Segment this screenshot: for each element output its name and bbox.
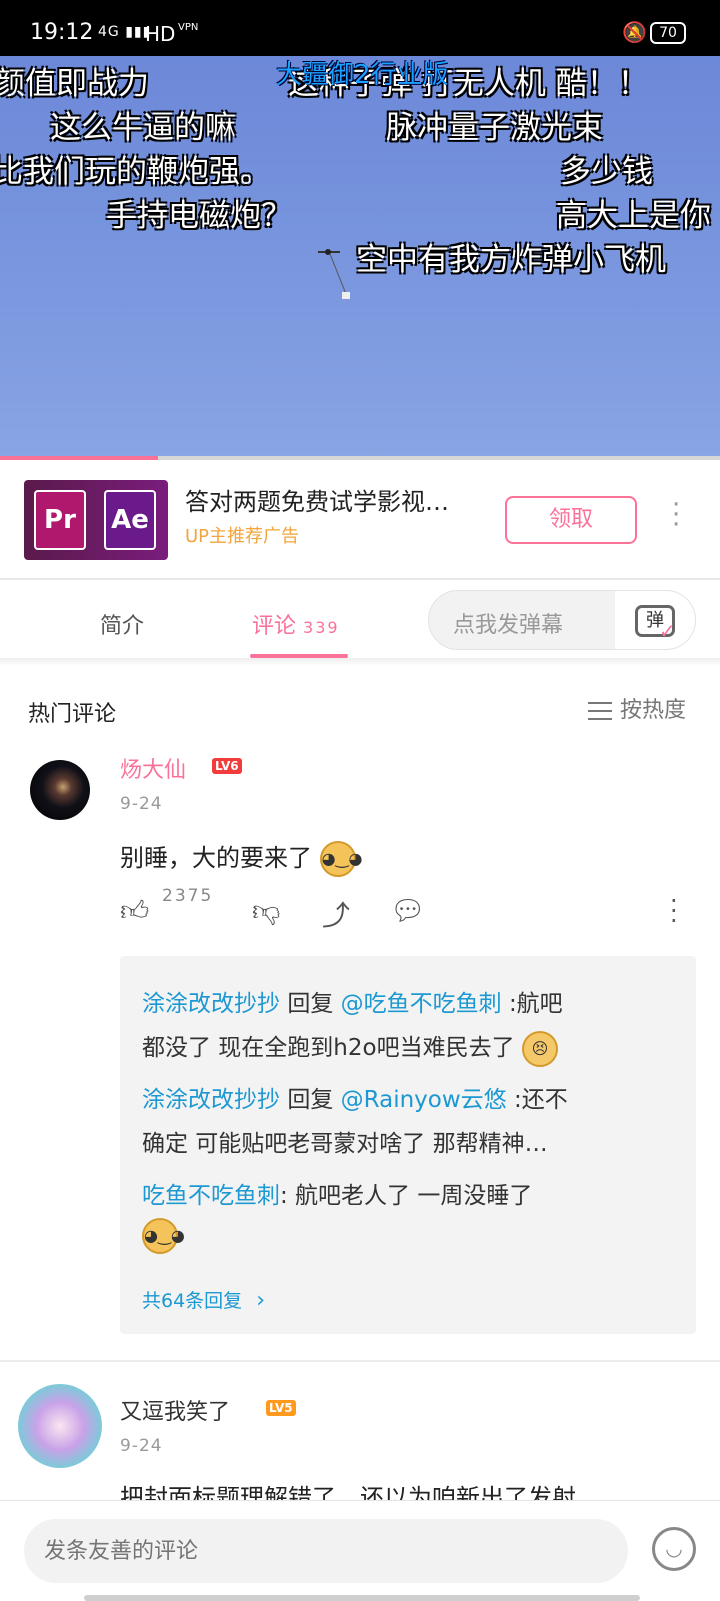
video-player[interactable]: 颜值即战力 这种子弹 打无人机 酷！！ 大疆御2行业版 这么牛逼的嘛 脉冲量子激… [0,56,720,460]
chevron-right-icon: › [256,1288,266,1313]
tab-comments[interactable]: 评论 339 [252,608,340,640]
reply-username[interactable]: 涂涂改改抄抄 [142,1087,280,1113]
reply-text: 都没了 现在全跑到h2o吧当难民去了 [142,1035,515,1061]
reply-emoji-line: ◕‿◕ [142,1218,185,1254]
reply-item[interactable]: 涂涂改改抄抄 回复 @Rainyow云悠 :还不 [142,1080,568,1114]
comment-divider [0,1360,720,1362]
comment-username[interactable]: 又逗我笑了 [120,1394,230,1426]
danmaku-item: 比我们玩的鞭炮强。 [0,154,271,190]
reply-verb: 回复 [287,1087,334,1113]
level-badge: LV5 [266,1400,296,1416]
danmaku-item: 高大上是你 [556,198,711,234]
danmaku-toggle-button[interactable]: 弹 ✓ [615,591,695,649]
dislike-icon[interactable]: 👎︎ [252,894,280,928]
level-badge: LV6 [212,758,242,774]
avatar[interactable] [18,1384,102,1468]
reply-text: :航吧 [508,991,563,1017]
danmaku-item: 空中有我方炸弹小飞机 [356,242,666,278]
send-danmaku-placeholder[interactable]: 点我发弹幕 [453,607,563,639]
gesture-nav-bar[interactable] [84,1595,640,1601]
danmaku-item: 这么牛逼的嘛 [50,110,236,146]
reply-text-continued: 都没了 现在全跑到h2o吧当难民去了 😣︎ [142,1028,558,1067]
reply-text-continued: 确定 可能贴吧老哥蒙对啥了 那帮精神… [142,1131,548,1157]
premiere-logo: Pr [34,490,86,550]
emoji-icon[interactable]: ◡ [652,1527,696,1571]
reply-icon[interactable]: 💬︎ [390,894,426,927]
comment-input[interactable] [24,1519,628,1583]
like-icon[interactable]: 👍︎ [120,894,149,928]
comment-date: 9-24 [120,1436,163,1456]
reply-username[interactable]: 涂涂改改抄抄 [142,991,280,1017]
check-icon: ✓ [659,619,676,643]
status-bar: 19:12 4G ▮▮▮ HD VPN 🔕 70 [0,0,720,56]
danmaku-item: 多少钱 [560,154,653,190]
bottom-comment-bar: ◡ [0,1500,720,1601]
comment-text-body: 别睡，大的要来了 [120,844,312,872]
reply-item[interactable]: 吃鱼不吃鱼刺: 航吧老人了 一周没睡了 [142,1176,532,1210]
status-time: 19:12 [30,20,94,45]
hot-comments-title: 热门评论 [28,702,117,727]
reply-mention[interactable]: @吃鱼不吃鱼刺 [341,991,502,1017]
reply-verb: 回复 [287,991,334,1017]
avatar[interactable] [30,760,90,820]
comment-date: 9-24 [120,794,163,814]
reply-mention[interactable]: @Rainyow云悠 [341,1087,507,1113]
reply-preview-box[interactable]: 涂涂改改抄抄 回复 @吃鱼不吃鱼刺 :航吧 都没了 现在全跑到h2o吧当难民去了… [120,956,696,1334]
danmaku-item: 颜值即战力 [0,66,149,102]
share-icon[interactable]: ⤴ [322,894,350,934]
tab-comments-label: 评论 [252,614,297,639]
ad-claim-button[interactable]: 领取 [505,496,637,544]
comment-text: 别睡，大的要来了 ◕‿◕ [120,838,362,877]
more-icon[interactable]: · · · [672,492,680,538]
reply-username[interactable]: 吃鱼不吃鱼刺 [142,1183,280,1209]
danmaku-item: 手持电磁炮？ [106,198,292,234]
ad-subtitle: UP主推荐广告 [185,526,300,547]
doge-emoji-icon: ◕‿◕ [319,841,362,877]
after-effects-logo: Ae [104,490,156,550]
ad-thumbnail[interactable]: Pr Ae [24,480,168,560]
view-all-replies-label: 共64条回复 [142,1290,243,1312]
signal-icon: 4G ▮▮▮ [98,24,152,40]
video-watermark: 大疆御2行业版 [276,60,449,90]
sort-button[interactable]: 按热度 [588,692,686,724]
view-all-replies-link[interactable]: 共64条回复 › [142,1286,265,1313]
sort-label: 按热度 [620,698,687,723]
facepalm-emoji-icon: 😣︎ [521,1030,558,1067]
like-count: 2375 [162,886,214,906]
ad-title[interactable]: 答对两题免费试学影视… [185,482,490,517]
hd-indicator: HD [145,22,176,46]
tab-bar: 简介 评论 339 点我发弹幕 弹 ✓ [0,582,720,660]
doge-emoji-icon: ◕‿◕ [142,1218,185,1254]
battery-icon: 70 [650,22,686,44]
mute-icon: 🔕 [622,20,647,44]
send-danmaku-box[interactable]: 点我发弹幕 弹 ✓ [428,590,696,650]
drone-icon [318,249,350,299]
vpn-icon: VPN [178,22,199,33]
tab-intro[interactable]: 简介 [100,608,144,640]
comment-username[interactable]: 炀大仙 [120,752,186,784]
tab-comments-count: 339 [303,618,340,637]
reply-item[interactable]: 涂涂改改抄抄 回复 @吃鱼不吃鱼刺 :航吧 [142,984,563,1018]
network-type: 4G [98,24,120,40]
sort-icon [588,702,612,720]
reply-text: : 航吧老人了 一周没睡了 [280,1183,533,1209]
ad-banner[interactable]: Pr Ae 答对两题免费试学影视… UP主推荐广告 领取 · · · [0,460,720,580]
danmaku-item: 脉冲量子激光束 [386,110,603,146]
comment-more-icon[interactable]: · · · [670,889,678,933]
reply-text: :还不 [513,1087,568,1113]
comment-text: 把封面标题理解错了，还以为咱新出了发射 [120,1484,576,1500]
tab-divider [0,658,720,666]
